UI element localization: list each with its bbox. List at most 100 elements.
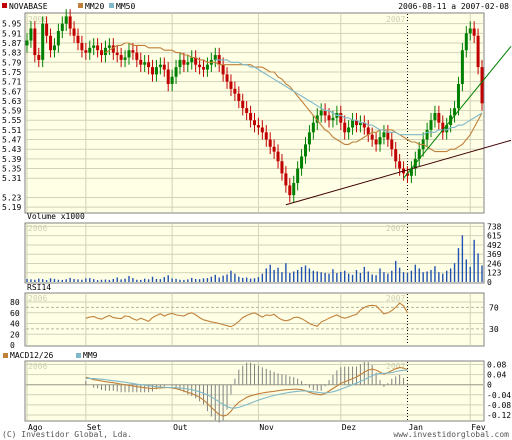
candle-body <box>276 151 280 162</box>
volume-tick-label: 738 <box>487 222 502 231</box>
candle-body <box>37 55 41 60</box>
candle-body <box>429 120 433 130</box>
candle-body <box>25 40 29 46</box>
rsi-panel <box>24 292 485 347</box>
candle-body <box>205 64 209 70</box>
candle-body <box>233 88 237 94</box>
legend-label-price: NOVABASE <box>9 2 48 11</box>
price-tick-label: 5.47 <box>2 136 21 145</box>
candle-body <box>229 81 233 89</box>
candle-body <box>154 67 158 75</box>
rsi-tick-label: 60 <box>10 309 20 318</box>
year-watermark-2007-vol: 2007 <box>386 224 405 233</box>
candle-body <box>390 139 394 150</box>
candle-body <box>347 127 351 133</box>
candle-body <box>370 134 374 140</box>
candle-body <box>425 129 429 140</box>
candle-body <box>80 42 84 51</box>
macd-tick-label: 0.08 <box>487 361 506 370</box>
candle-body <box>151 67 155 75</box>
candle-body <box>460 50 464 85</box>
candle-body <box>115 52 119 56</box>
website: www.investidorglobal.com <box>393 430 509 439</box>
price-tick-label: 5.35 <box>2 165 21 174</box>
candle-body <box>398 161 402 169</box>
candle-body <box>186 62 190 65</box>
candle-body <box>307 132 311 145</box>
macd-legend: MACD12/26 MM9 <box>3 351 98 360</box>
price-tick-label: 5.55 <box>2 116 21 125</box>
price-tick-label: 5.83 <box>2 49 21 58</box>
rsi-threshold-label: 30 <box>489 325 499 334</box>
x-tick-label: Dez <box>342 423 357 432</box>
candle-body <box>68 16 72 29</box>
candle-body <box>162 64 166 70</box>
candle-body <box>174 67 178 77</box>
candle-body <box>374 139 378 145</box>
candle-body <box>382 132 386 138</box>
candle-body <box>303 144 307 157</box>
rsi-title: RSI14 <box>27 283 51 292</box>
price-tick-label: 5.31 <box>2 174 21 183</box>
price-tick-label: 5.67 <box>2 87 21 96</box>
candle-body <box>45 23 49 36</box>
volume-tick-label: 246 <box>487 259 502 268</box>
candle-body <box>394 149 398 162</box>
candle-body <box>166 69 170 85</box>
candle-body <box>131 50 135 53</box>
candle-body <box>311 122 315 133</box>
candle-body <box>249 113 253 121</box>
candle-body <box>464 33 468 51</box>
candle-body <box>327 115 331 121</box>
rsi-tick-label: 80 <box>10 298 20 307</box>
rsi-tick-label: 0 <box>10 341 15 350</box>
rsi-threshold-label: 70 <box>489 303 499 312</box>
candle-body <box>202 67 206 70</box>
macd-tick-label: -0.04 <box>487 391 511 400</box>
candle-body <box>76 35 80 43</box>
candle-body <box>456 84 460 109</box>
header-legend: NOVABASE MM20 MM50 <box>2 2 135 11</box>
candle-body <box>245 108 249 113</box>
candle-body <box>139 59 143 65</box>
price-tick-label: 5.63 <box>2 97 21 106</box>
price-tick-label: 5.51 <box>2 126 21 135</box>
x-tick-label: Out <box>173 423 188 432</box>
candle-body <box>56 30 60 46</box>
candle-body <box>268 139 272 147</box>
price-tick-label: 5.59 <box>2 107 21 116</box>
legend-label-ma50: MM50 <box>116 2 135 11</box>
candle-body <box>433 113 437 121</box>
candle-body <box>60 23 64 31</box>
candle-body <box>241 100 245 109</box>
candle-body <box>123 57 127 60</box>
candle-body <box>64 16 68 24</box>
year-watermark-2007: 2007 <box>386 15 405 24</box>
candle-body <box>41 23 45 60</box>
price-tick-label: 5.79 <box>2 58 21 67</box>
candle-body <box>135 52 139 60</box>
x-tick-label: Nov <box>259 423 274 432</box>
candle-body <box>343 122 347 133</box>
candle-body <box>260 127 264 133</box>
legend-swatch-ma20 <box>78 3 83 8</box>
year-watermark-2006-macd: 2006 <box>28 362 47 371</box>
legend-swatch-signal <box>76 353 81 358</box>
candle-body <box>143 62 147 65</box>
price-tick-label: 5.23 <box>2 194 21 203</box>
candle-body <box>253 120 256 126</box>
candle-body <box>292 183 296 196</box>
candle-body <box>100 50 104 56</box>
candle-body <box>468 28 472 34</box>
candle-body <box>96 45 100 51</box>
macd-title: MACD12/26 <box>10 351 54 360</box>
candle-body <box>480 67 484 104</box>
candle-body <box>72 28 76 36</box>
price-tick-label: 5.87 <box>2 39 21 48</box>
rsi-tick-label: 20 <box>10 330 20 339</box>
price-tick-label: 5.91 <box>2 29 21 38</box>
macd-tick-label: 0.04 <box>487 371 506 380</box>
candle-body <box>213 55 217 60</box>
legend-swatch-price <box>2 3 7 8</box>
rsi-tick-label: 40 <box>10 320 20 329</box>
